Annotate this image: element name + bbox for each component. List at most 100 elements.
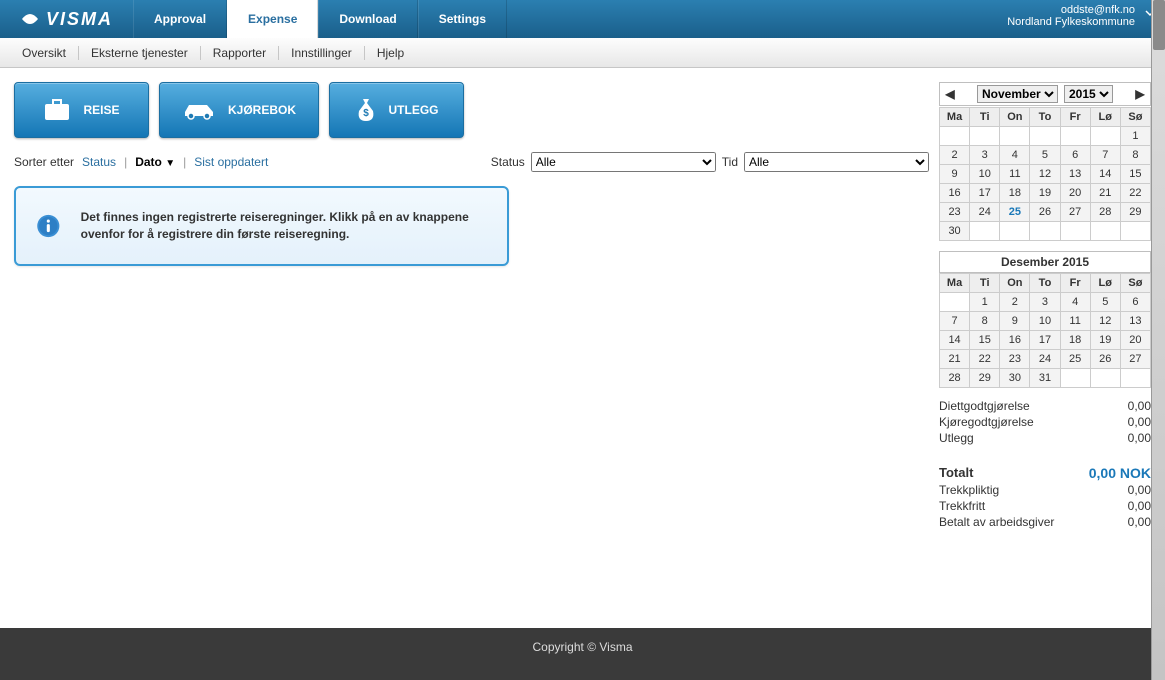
calendar-day[interactable]: 16	[940, 184, 970, 203]
calendar-day[interactable]: 4	[1060, 293, 1090, 312]
top-navbar: VISMA Approval Expense Download Settings…	[0, 0, 1165, 38]
calendar-day[interactable]: 12	[1030, 165, 1060, 184]
calendar-day[interactable]: 15	[1120, 165, 1150, 184]
calendar-day[interactable]: 30	[1000, 369, 1030, 388]
calendar-day[interactable]: 24	[1030, 350, 1060, 369]
calendar-day[interactable]: 10	[1030, 312, 1060, 331]
tab-download[interactable]: Download	[318, 0, 417, 38]
calendar-weekday: Ti	[970, 108, 1000, 127]
calendar-day[interactable]: 18	[1060, 331, 1090, 350]
subtab-oversikt[interactable]: Oversikt	[10, 46, 79, 60]
kjorebok-button[interactable]: KJØREBOK	[159, 82, 319, 138]
calendar-day[interactable]: 6	[1120, 293, 1150, 312]
calendar-day[interactable]: 9	[1000, 312, 1030, 331]
calendar-day[interactable]: 20	[1120, 331, 1150, 350]
calendar-day[interactable]: 2	[1000, 293, 1030, 312]
reise-button[interactable]: REISE	[14, 82, 149, 138]
calendar-day[interactable]: 26	[1090, 350, 1120, 369]
calendar-day[interactable]: 1	[970, 293, 1000, 312]
calendar-day[interactable]: 12	[1090, 312, 1120, 331]
subtab-hjelp[interactable]: Hjelp	[365, 46, 416, 60]
calendar-weekday: Fr	[1060, 274, 1090, 293]
tab-approval[interactable]: Approval	[133, 0, 227, 38]
calendar-day[interactable]: 29	[970, 369, 1000, 388]
calendar-day[interactable]: 14	[1090, 165, 1120, 184]
calendar-day[interactable]: 17	[970, 184, 1000, 203]
calendar-day[interactable]: 1	[1120, 127, 1150, 146]
calendar-day[interactable]: 21	[940, 350, 970, 369]
subtab-eksterne[interactable]: Eksterne tjenester	[79, 46, 201, 60]
calendar-day[interactable]: 19	[1030, 184, 1060, 203]
sort-label: Sorter etter	[14, 155, 74, 169]
calendar-day[interactable]: 21	[1090, 184, 1120, 203]
calendar-day[interactable]: 23	[1000, 350, 1030, 369]
calendar-day[interactable]: 29	[1120, 203, 1150, 222]
calendar-day[interactable]: 15	[970, 331, 1000, 350]
calendar-day[interactable]: 13	[1120, 312, 1150, 331]
calendar-weekday: On	[1000, 108, 1030, 127]
calendar-day[interactable]: 30	[940, 222, 970, 241]
calendar-month-select[interactable]: November	[977, 85, 1058, 103]
calendar-day[interactable]: 22	[970, 350, 1000, 369]
calendar-day[interactable]: 17	[1030, 331, 1060, 350]
calendar-day[interactable]: 27	[1120, 350, 1150, 369]
car-icon	[182, 100, 216, 120]
calendar-prev-button[interactable]: ◀	[940, 87, 960, 101]
calendar-day[interactable]: 3	[1030, 293, 1060, 312]
status-filter-select[interactable]: Alle	[531, 152, 716, 172]
calendar-day[interactable]: 5	[1090, 293, 1120, 312]
calendar-year-select[interactable]: 2015	[1064, 85, 1113, 103]
calendar-weekday: Sø	[1120, 274, 1150, 293]
sort-filter-row: Sorter etter Status | Dato ▼ | Sist oppd…	[14, 152, 929, 172]
calendar-day[interactable]: 28	[1090, 203, 1120, 222]
scrollbar[interactable]	[1151, 0, 1165, 680]
calendar-day[interactable]: 3	[970, 146, 1000, 165]
tid-filter-label: Tid	[722, 155, 738, 169]
subtab-innstillinger[interactable]: Innstillinger	[279, 46, 365, 60]
calendar-day[interactable]: 4	[1000, 146, 1030, 165]
calendar-day[interactable]: 18	[1000, 184, 1030, 203]
svg-text:$: $	[363, 108, 369, 119]
calendar-day[interactable]: 25	[1060, 350, 1090, 369]
calendar-day[interactable]: 7	[1090, 146, 1120, 165]
calendar-day[interactable]: 10	[970, 165, 1000, 184]
calendar-day[interactable]: 22	[1120, 184, 1150, 203]
calendar-day[interactable]: 14	[940, 331, 970, 350]
calendar-weekday: Ti	[970, 274, 1000, 293]
calendar-day[interactable]: 11	[1060, 312, 1090, 331]
calendar-day[interactable]: 8	[970, 312, 1000, 331]
sort-dato-link[interactable]: Dato ▼	[135, 155, 175, 169]
calendar-day[interactable]: 20	[1060, 184, 1090, 203]
summary-panel: Diettgodtgjørelse0,00 Kjøregodtgjørelse0…	[939, 398, 1151, 530]
user-menu[interactable]: oddste@nfk.no Nordland Fylkeskommune	[993, 0, 1165, 38]
calendar-day[interactable]: 23	[940, 203, 970, 222]
calendar-day[interactable]: 24	[970, 203, 1000, 222]
scrollbar-thumb[interactable]	[1153, 0, 1165, 50]
calendar-day[interactable]: 7	[940, 312, 970, 331]
calendar-day[interactable]: 27	[1060, 203, 1090, 222]
calendar-next-button[interactable]: ▶	[1130, 87, 1150, 101]
sort-sist-link[interactable]: Sist oppdatert	[194, 155, 268, 169]
tab-settings[interactable]: Settings	[418, 0, 507, 38]
calendar-day[interactable]: 11	[1000, 165, 1030, 184]
tab-expense[interactable]: Expense	[227, 0, 318, 38]
sort-status-link[interactable]: Status	[82, 155, 116, 169]
calendar-day[interactable]: 16	[1000, 331, 1030, 350]
calendar-day[interactable]: 19	[1090, 331, 1120, 350]
user-email: oddste@nfk.no	[1007, 4, 1135, 16]
calendar-weekday: To	[1030, 108, 1060, 127]
calendar-day[interactable]: 9	[940, 165, 970, 184]
calendar-day[interactable]: 8	[1120, 146, 1150, 165]
tid-filter-select[interactable]: Alle	[744, 152, 929, 172]
calendar-day[interactable]: 31	[1030, 369, 1060, 388]
calendar-day[interactable]: 13	[1060, 165, 1090, 184]
calendar-day[interactable]: 5	[1030, 146, 1060, 165]
subtab-rapporter[interactable]: Rapporter	[201, 46, 279, 60]
calendar-day[interactable]: 26	[1030, 203, 1060, 222]
calendar-day[interactable]: 25	[1000, 203, 1030, 222]
utlegg-button[interactable]: $ UTLEGG	[329, 82, 464, 138]
brand-text: VISMA	[46, 9, 113, 30]
calendar-day[interactable]: 6	[1060, 146, 1090, 165]
calendar-day[interactable]: 2	[940, 146, 970, 165]
calendar-day[interactable]: 28	[940, 369, 970, 388]
